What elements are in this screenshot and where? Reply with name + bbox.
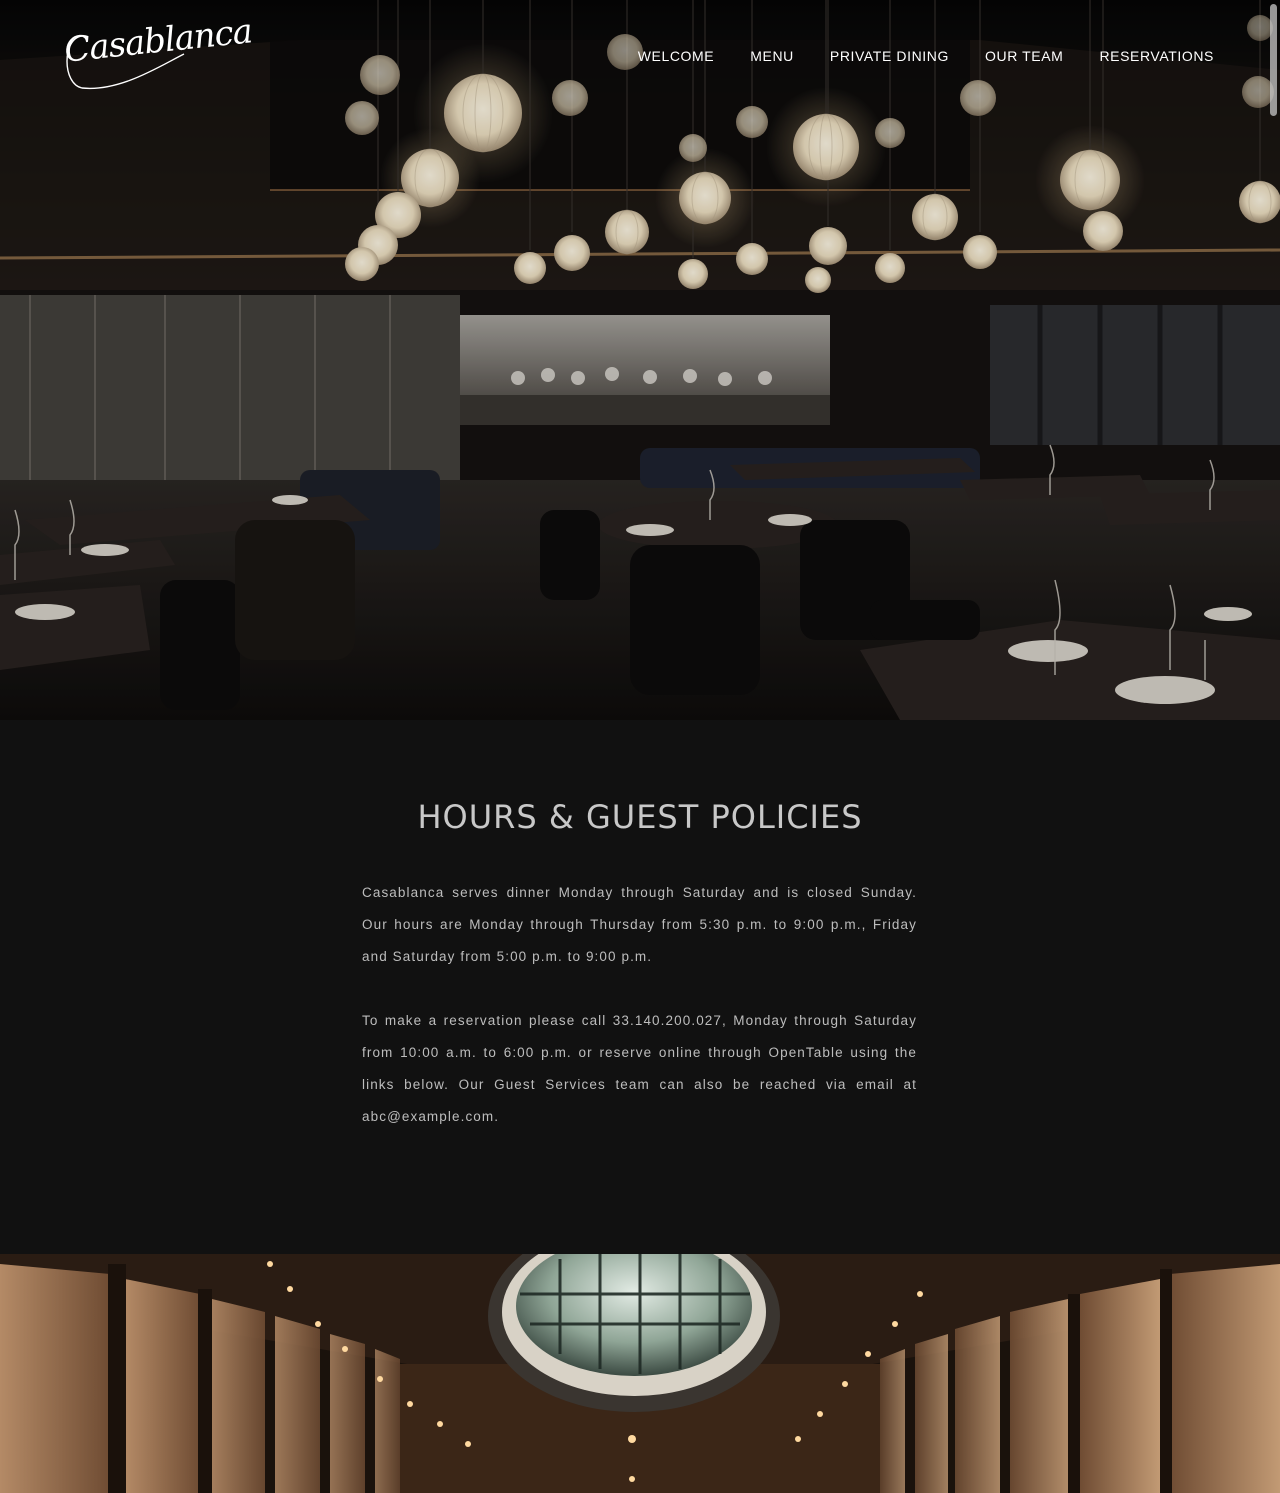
- top-navigation: Casablanca WELCOME MENU PRIVATE DINING O…: [0, 0, 1280, 115]
- hours-section: HOURS & GUEST POLICIES Casablanca serves…: [0, 720, 1280, 1254]
- nav-private-dining[interactable]: PRIVATE DINING: [830, 48, 949, 64]
- hero-section: Casablanca WELCOME MENU PRIVATE DINING O…: [0, 0, 1280, 720]
- nav-reservations[interactable]: RESERVATIONS: [1099, 48, 1214, 64]
- dining-hall-section: [0, 1254, 1280, 1493]
- main-nav: WELCOME MENU PRIVATE DINING OUR TEAM RES…: [638, 48, 1214, 64]
- dining-hall-photo: [0, 1254, 1280, 1493]
- reservation-paragraph: To make a reservation please call 33.140…: [362, 1013, 917, 1124]
- nav-our-team[interactable]: OUR TEAM: [985, 48, 1063, 64]
- logo-swash-icon: [66, 35, 185, 90]
- page-scrollbar-thumb[interactable]: [1270, 4, 1277, 116]
- nav-welcome[interactable]: WELCOME: [638, 48, 715, 64]
- hours-paragraph: Casablanca serves dinner Monday through …: [362, 885, 917, 964]
- nav-menu[interactable]: MENU: [750, 48, 794, 64]
- hours-title: HOURS & GUEST POLICIES: [417, 798, 863, 836]
